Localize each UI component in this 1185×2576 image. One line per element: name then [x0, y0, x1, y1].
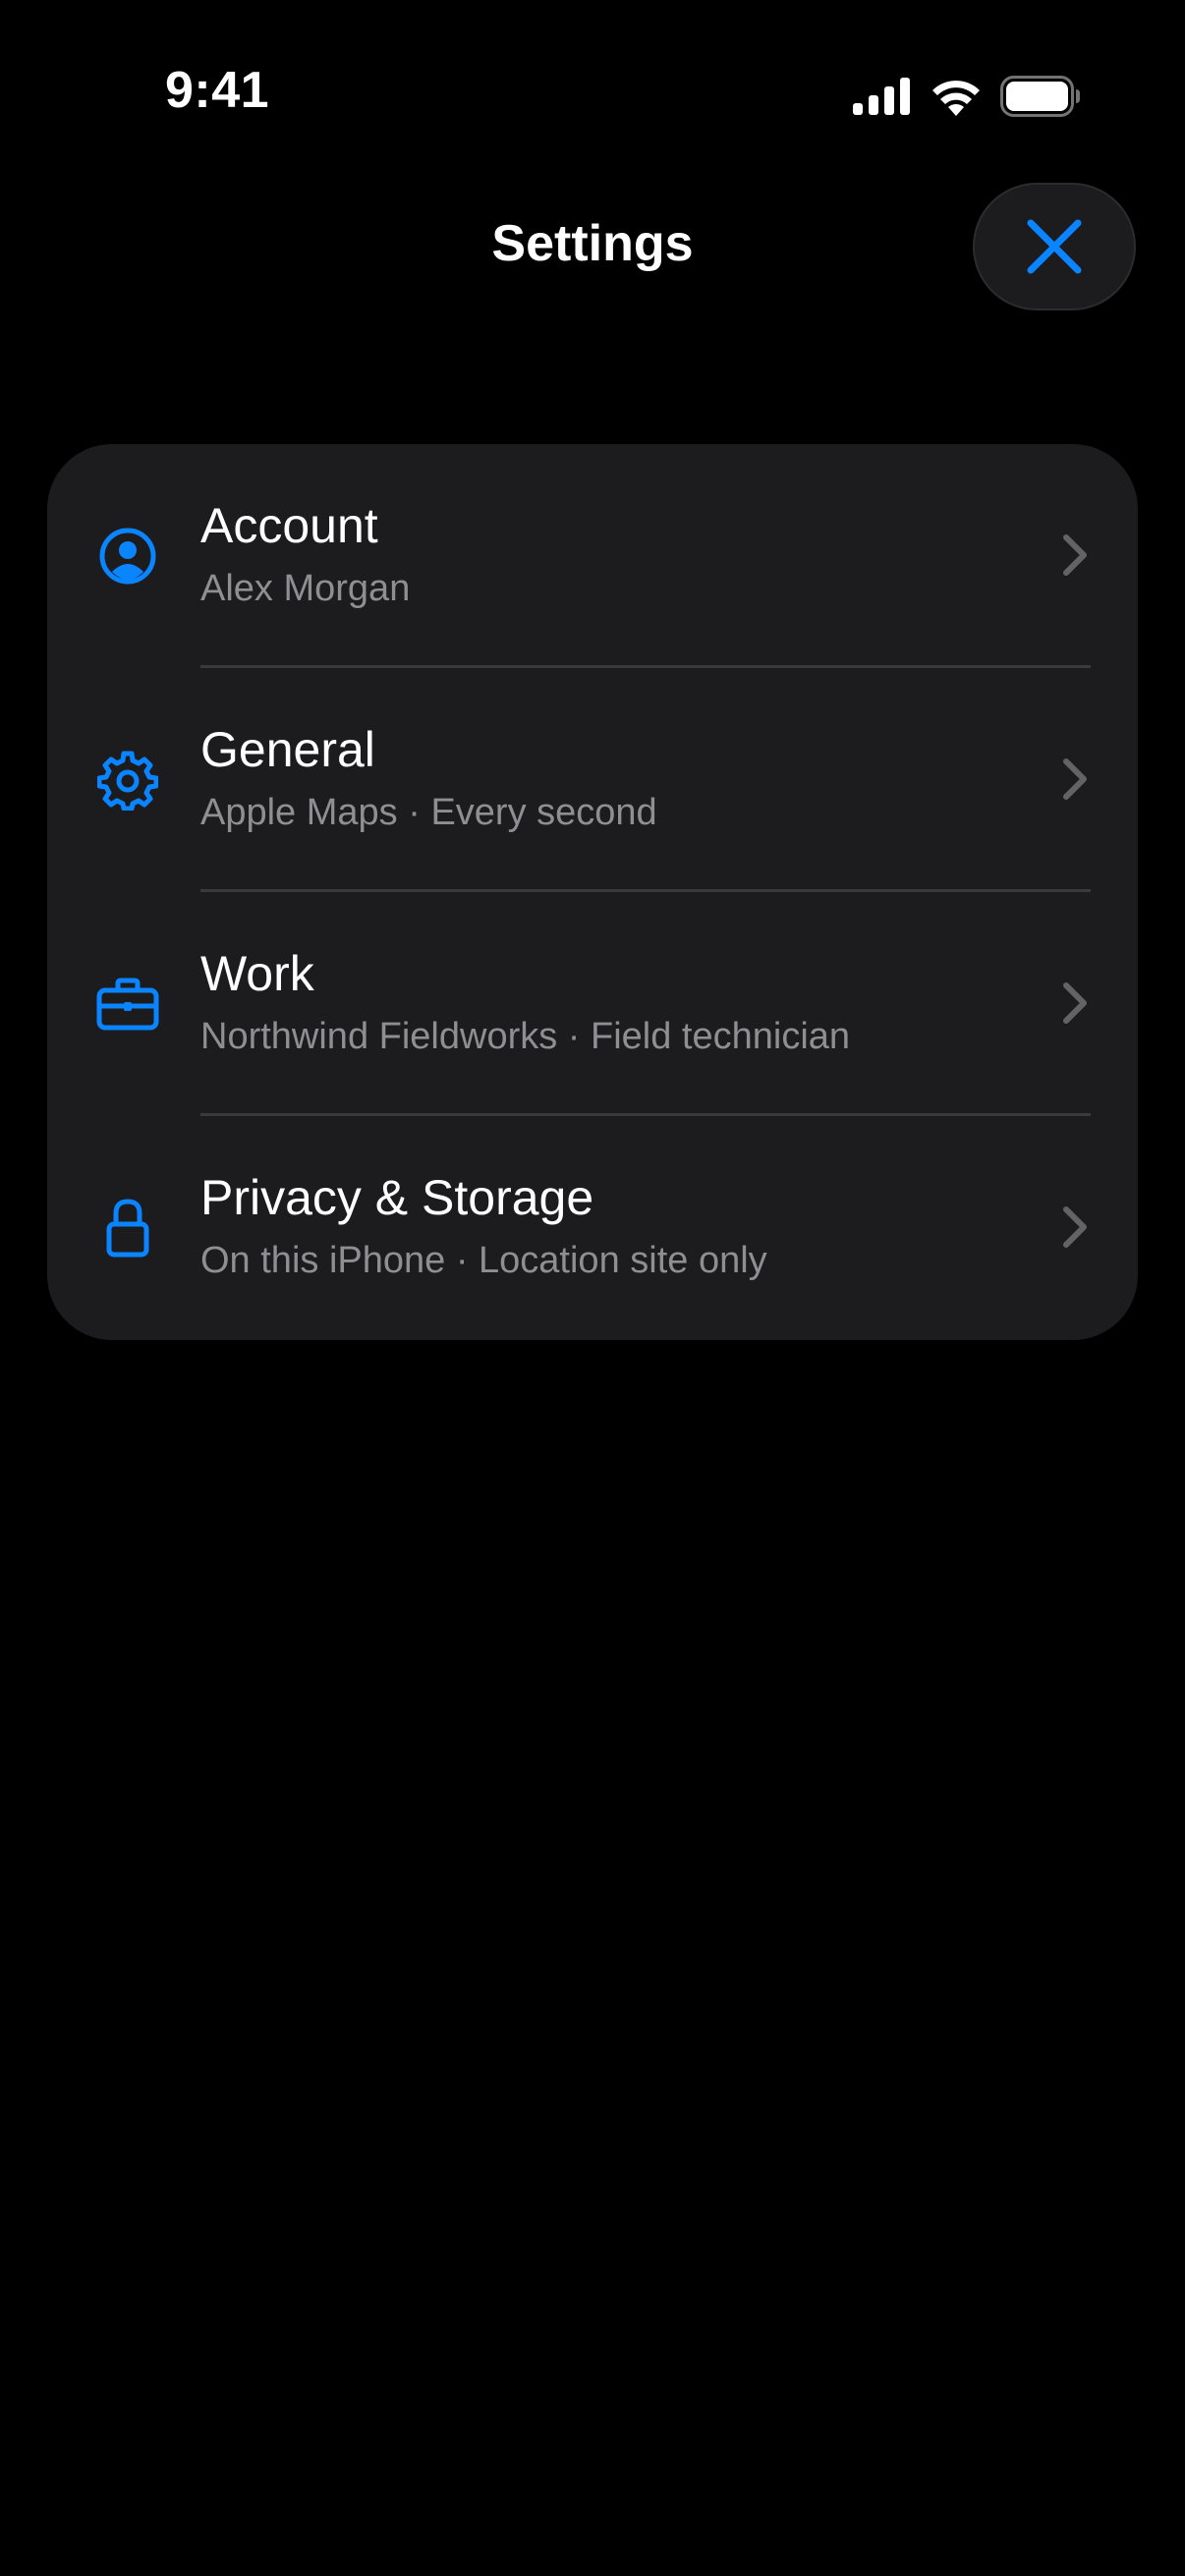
row-title: Work — [200, 946, 314, 1001]
row-title: Privacy & Storage — [200, 1170, 594, 1225]
chevron-right-icon — [1063, 982, 1087, 1024]
close-button[interactable] — [973, 183, 1136, 310]
cellular-signal-icon — [853, 78, 910, 115]
gear-icon — [96, 749, 159, 812]
settings-row-work[interactable]: Work Northwind Fieldworks · Field techni… — [47, 892, 1138, 1116]
status-bar: 9:41 — [0, 0, 1185, 187]
lock-icon — [96, 1197, 159, 1260]
row-subtitle: Alex Morgan — [200, 568, 411, 609]
settings-row-account[interactable]: Account Alex Morgan — [47, 444, 1138, 668]
row-title: General — [200, 722, 375, 777]
row-title: Account — [200, 498, 378, 553]
wifi-icon — [932, 81, 980, 116]
settings-list: Account Alex Morgan General Apple Maps ·… — [47, 444, 1138, 1340]
chevron-right-icon — [1063, 534, 1087, 576]
person-circle-icon — [96, 525, 159, 588]
row-subtitle: Northwind Fieldworks · Field technician — [200, 1016, 851, 1057]
chevron-right-icon — [1063, 1206, 1087, 1248]
status-time: 9:41 — [165, 62, 270, 119]
settings-row-general[interactable]: General Apple Maps · Every second — [47, 668, 1138, 892]
chevron-right-icon — [1063, 758, 1087, 800]
settings-row-privacy-storage[interactable]: Privacy & Storage On this iPhone · Locat… — [47, 1116, 1138, 1340]
status-icons — [853, 71, 1081, 122]
row-subtitle: Apple Maps · Every second — [200, 792, 657, 833]
briefcase-icon — [96, 973, 159, 1036]
close-icon — [1027, 219, 1082, 274]
row-subtitle: On this iPhone · Location site only — [200, 1240, 767, 1281]
battery-icon — [1000, 76, 1080, 117]
